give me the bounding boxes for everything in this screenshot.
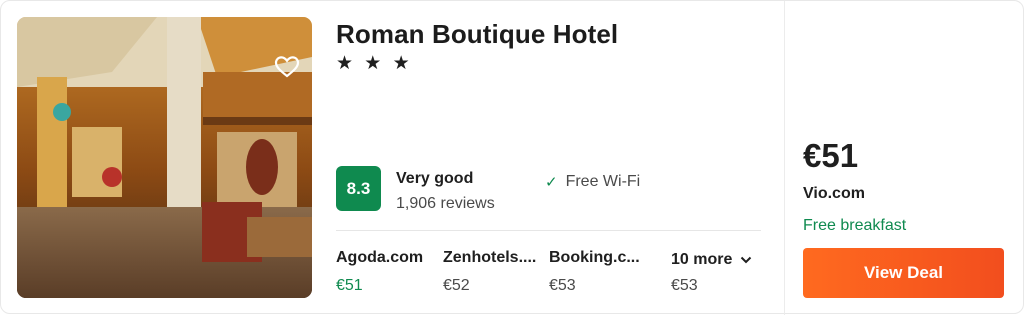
more-label: 10 more (671, 251, 733, 268)
hotel-photo[interactable] (17, 17, 312, 298)
deal-perk: Free breakfast (803, 217, 907, 234)
review-count[interactable]: 1,906 reviews (396, 195, 495, 213)
hotel-name[interactable]: Roman Boutique Hotel (336, 19, 618, 50)
provider-name: Agoda.com (336, 249, 424, 266)
heart-icon (274, 56, 300, 78)
check-icon: ✓ (545, 174, 558, 191)
provider-name: Booking.c... (549, 249, 640, 266)
view-deal-button[interactable]: View Deal (803, 248, 1004, 298)
chevron-down-icon (741, 256, 752, 264)
divider-vertical (784, 1, 785, 315)
divider (336, 230, 761, 231)
deal-site: Vio.com (803, 185, 865, 202)
provider-price: €53 (549, 277, 576, 294)
rating-label: Very good (396, 170, 474, 187)
more-price: €53 (671, 277, 698, 294)
provider-booking[interactable]: Booking.c... €53 (549, 249, 649, 295)
favorite-button[interactable] (265, 48, 309, 86)
provider-agoda[interactable]: Agoda.com €51 (336, 249, 436, 295)
score-badge: 8.3 (336, 166, 381, 211)
more-providers-dropdown[interactable]: 10 more (671, 251, 752, 269)
amenity-wifi: ✓ Free Wi-Fi (545, 173, 640, 191)
star-rating: ★ ★ ★ (336, 53, 413, 74)
amenity-label: Free Wi-Fi (565, 173, 641, 190)
provider-zenhotels[interactable]: Zenhotels.... €52 (443, 249, 543, 295)
deal-price: €51 (803, 137, 859, 174)
provider-name: Zenhotels.... (443, 249, 537, 266)
hotel-result-card[interactable]: Roman Boutique Hotel ★ ★ ★ 8.3 Very good… (0, 0, 1024, 315)
provider-price: €51 (336, 277, 363, 294)
provider-price: €52 (443, 277, 470, 294)
